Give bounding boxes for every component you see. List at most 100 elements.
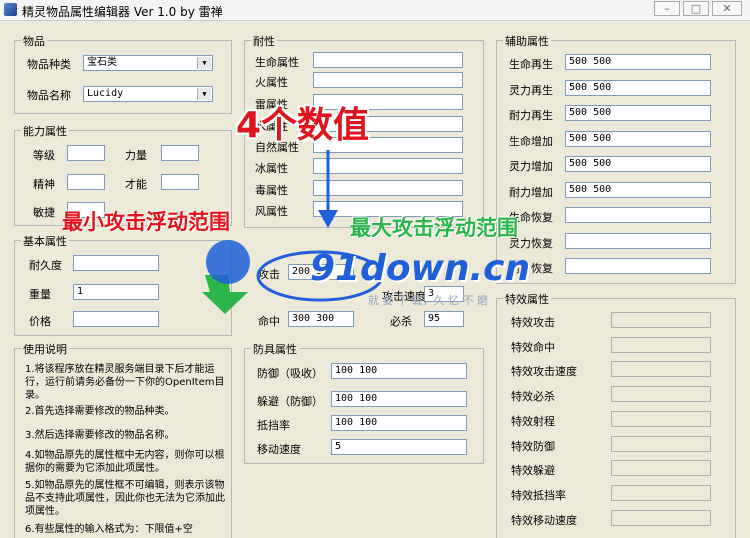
agility-label: 敏捷	[33, 206, 55, 219]
aux-label: 生命增加	[509, 134, 553, 148]
evade-input[interactable]: 100 100	[331, 391, 467, 407]
aux-group: 辅助属性 生命再生 500 500 灵力再生 500 500 耐力再生 500 500 生命…	[496, 33, 736, 284]
spirit-label: 精神	[33, 178, 55, 191]
special-label: 特效躲避	[511, 464, 555, 478]
aux-label: 生命再生	[509, 58, 553, 71]
help-group: 使用说明 1.将该程序放在精灵服务端目录下后才能运行，运行前请务必备份一下你的O…	[14, 341, 232, 538]
special-label: 特效射程	[511, 414, 555, 428]
block-input[interactable]: 100 100	[331, 415, 467, 431]
aux-input[interactable]	[565, 258, 711, 274]
special-input[interactable]	[611, 336, 711, 353]
price-input[interactable]	[73, 311, 159, 327]
special-label: 特效移动速度	[511, 513, 577, 527]
special-group-title: 特效属性	[503, 291, 551, 307]
aux-label: 灵力增加	[509, 160, 553, 173]
resist-label-wind: 风属性	[255, 205, 288, 218]
durability-input[interactable]	[73, 255, 159, 271]
aux-label: 灵力再生	[509, 83, 553, 97]
aux-group-title: 辅助属性	[503, 33, 551, 49]
special-input[interactable]	[611, 410, 711, 427]
aux-label: 耐力增加	[509, 185, 553, 199]
watermark-subtitle: 就 要 下 载，久 忆 不 磨	[368, 294, 488, 307]
chevron-down-icon[interactable]: ▼	[197, 57, 211, 69]
help-line-2: 2.首先选择需要修改的物品种类。	[25, 406, 175, 417]
hit-label: 命中	[258, 315, 280, 328]
power-input[interactable]	[161, 145, 199, 161]
app-icon	[4, 3, 17, 16]
item-name-label: 物品名称	[27, 89, 71, 102]
aux-input[interactable]	[565, 207, 711, 223]
level-label: 等级	[33, 149, 55, 162]
aux-input[interactable]	[565, 232, 711, 249]
aux-input[interactable]: 500 500	[565, 181, 711, 198]
armor-group-title: 防具属性	[251, 341, 299, 357]
watermark-text: 91down.cn	[310, 248, 531, 289]
special-input[interactable]	[611, 435, 711, 452]
crit-input[interactable]: 95	[424, 311, 464, 327]
item-type-select[interactable]: 宝石类 ▼	[83, 55, 213, 71]
overlay-four-values: 4个数值	[236, 105, 370, 146]
power-label: 力量	[125, 149, 147, 162]
resist-fire-input[interactable]	[313, 72, 463, 88]
aux-label: 耐力再生	[509, 109, 553, 122]
resist-label-poison: 毒属性	[255, 184, 288, 197]
resist-group-title: 耐性	[251, 33, 277, 49]
resist-label-fire: 火属性	[255, 76, 288, 89]
resist-life-input[interactable]	[313, 52, 463, 68]
help-line-6: 6.有些属性的输入格式为：下限值+空	[25, 524, 193, 535]
evade-label: 躲避（防御）	[257, 395, 323, 408]
spirit-input[interactable]	[67, 174, 105, 190]
weight-label: 重量	[29, 288, 51, 301]
item-group-title: 物品	[21, 33, 47, 49]
ability-group-title: 能力属性	[21, 123, 69, 139]
defense-input[interactable]: 100 100	[331, 363, 467, 379]
price-label: 价格	[29, 315, 51, 328]
help-line-5: 5.如物品原先的属性框不可编辑，则表示该物品不支持此项属性，因此你也无法为它添加…	[25, 480, 225, 517]
window-title: 精灵物品属性编辑器 Ver 1.0 by 雷禅	[22, 5, 223, 19]
special-input[interactable]	[611, 312, 711, 328]
aux-input[interactable]: 500 500	[565, 130, 711, 147]
help-line-4: 4.如物品原先的属性框中无内容，则你可以根据你的需要为它添加此项属性。	[25, 450, 225, 474]
item-type-value: 宝石类	[87, 57, 117, 68]
resist-poison-input[interactable]	[313, 180, 463, 196]
item-name-value: Lucidy	[87, 88, 124, 99]
help-line-1: 1.将该程序放在精灵服务端目录下后才能运行，运行前请务必备份一下你的OpenIt…	[25, 364, 225, 401]
special-input[interactable]	[611, 460, 711, 477]
armor-group: 防具属性 防御（吸收） 100 100 躲避（防御） 100 100 抵挡率 1…	[244, 341, 484, 464]
special-input[interactable]	[611, 386, 711, 403]
overlay-max-range: 最大攻击浮动范围	[350, 216, 518, 240]
minimize-button[interactable]: –	[654, 1, 680, 16]
chevron-down-icon[interactable]: ▼	[197, 88, 211, 100]
move-speed-label: 移动速度	[257, 443, 301, 456]
hit-input[interactable]: 300 300	[288, 311, 354, 327]
special-input[interactable]	[611, 361, 711, 378]
move-speed-input[interactable]: 5	[331, 439, 467, 455]
aux-input[interactable]: 500 500	[565, 54, 711, 70]
weight-input[interactable]: 1	[73, 284, 159, 300]
special-label: 特效必杀	[511, 390, 555, 404]
basic-group: 基本属性 耐久度 重量 1 价格	[14, 233, 232, 336]
overlay-min-range: 最小攻击浮动范围	[62, 210, 230, 234]
aux-input[interactable]: 500 500	[565, 156, 711, 172]
aux-input[interactable]: 500 500	[565, 79, 711, 96]
maximize-button[interactable]: □	[683, 1, 709, 16]
special-label: 特效攻击速度	[511, 365, 577, 379]
item-name-select[interactable]: Lucidy ▼	[83, 86, 213, 102]
block-label: 抵挡率	[257, 419, 290, 432]
item-group: 物品 物品种类 宝石类 ▼ 物品名称 Lucidy ▼	[14, 33, 232, 114]
help-group-title: 使用说明	[21, 341, 69, 357]
talent-input[interactable]	[161, 174, 199, 190]
talent-label: 才能	[125, 178, 147, 191]
resist-label-life: 生命属性	[255, 56, 299, 69]
resist-ice-input[interactable]	[313, 158, 463, 174]
special-group: 特效属性 特效攻击 特效命中 特效攻击速度 特效必杀 特效射程 特效防御 特效躲避 特效抵挡率…	[496, 291, 736, 538]
title-bar: 精灵物品属性编辑器 Ver 1.0 by 雷禅 – □ ✕	[0, 0, 750, 21]
special-input[interactable]	[611, 484, 711, 501]
special-input[interactable]	[611, 509, 711, 526]
close-button[interactable]: ✕	[712, 1, 742, 16]
crit-label: 必杀	[390, 315, 412, 328]
level-input[interactable]	[67, 145, 105, 161]
aux-input[interactable]: 500 500	[565, 105, 711, 121]
durability-label: 耐久度	[29, 259, 62, 272]
special-label: 特效防御	[511, 439, 555, 453]
